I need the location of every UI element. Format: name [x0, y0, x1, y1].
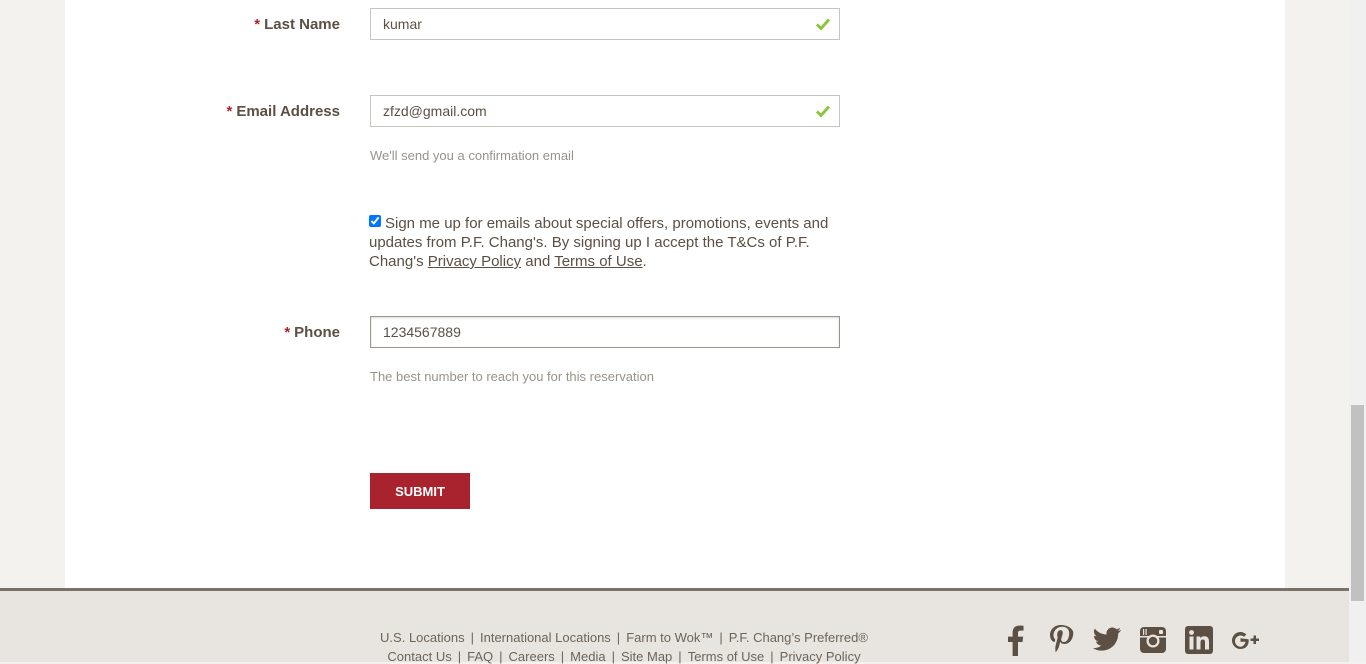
email-input[interactable] [371, 96, 803, 126]
optin-and-text: and [521, 253, 555, 270]
last-name-input[interactable] [371, 9, 803, 39]
google-plus-icon[interactable] [1230, 624, 1260, 656]
instagram-icon[interactable] [1138, 624, 1168, 656]
phone-label: * Phone [284, 324, 340, 341]
pinterest-icon[interactable] [1046, 624, 1076, 656]
email-hint: We'll send you a confirmation email [370, 148, 574, 163]
valid-check-icon [815, 105, 831, 118]
optin-checkbox[interactable] [369, 215, 381, 227]
form-panel [65, 0, 1285, 588]
email-field[interactable] [370, 95, 840, 127]
email-label-text: Email Address [236, 103, 340, 120]
terms-of-use-link[interactable]: Terms of Use [554, 253, 642, 270]
required-marker: * [254, 16, 261, 33]
facebook-icon[interactable] [1000, 624, 1030, 656]
optin-period: . [642, 253, 647, 270]
linkedin-icon[interactable] [1184, 624, 1214, 656]
footer-separator: | [616, 630, 621, 645]
email-optin: Sign me up for emails about special offe… [369, 214, 829, 271]
footer-link-preferred[interactable]: P.F. Chang’s Preferred® [729, 630, 868, 645]
required-marker: * [284, 324, 291, 341]
footer-link-us-locations[interactable]: U.S. Locations [380, 630, 465, 645]
phone-field[interactable] [370, 316, 840, 348]
page-scrollbar-thumb[interactable] [1351, 405, 1364, 601]
email-label: * Email Address [227, 103, 341, 120]
phone-label-text: Phone [294, 324, 340, 341]
footer-link-farm-to-wok[interactable]: Farm to Wok™ [626, 630, 713, 645]
last-name-label: * Last Name [254, 16, 340, 33]
last-name-field[interactable] [370, 8, 840, 40]
footer-separator: | [719, 630, 723, 645]
submit-button[interactable]: SUBMIT [370, 473, 470, 509]
footer-separator: | [470, 630, 474, 645]
twitter-icon[interactable] [1092, 624, 1122, 656]
valid-check-icon [815, 18, 831, 31]
social-links [1000, 624, 1276, 656]
phone-input[interactable] [371, 317, 803, 347]
last-name-label-text: Last Name [264, 16, 340, 33]
phone-hint: The best number to reach you for this re… [370, 369, 654, 384]
privacy-policy-link[interactable]: Privacy Policy [428, 253, 521, 270]
footer-link-international-locations[interactable]: International Locations [480, 630, 611, 645]
required-marker: * [226, 103, 233, 120]
